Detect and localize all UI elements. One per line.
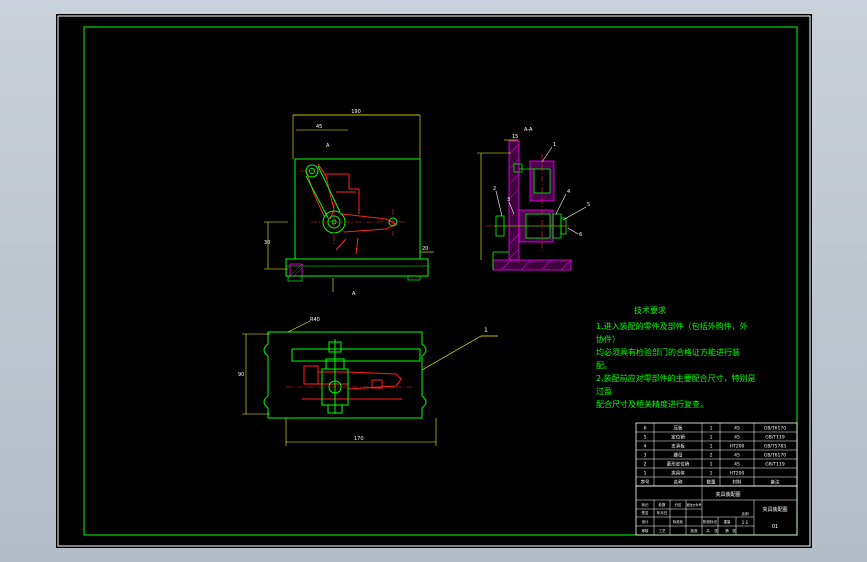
assembly-name: 夹具装配图: [715, 491, 740, 498]
parts-header-note: 备注: [771, 479, 780, 486]
parts-row-2-name: 定位销: [671, 434, 685, 441]
tb-label-design: 设计: [642, 519, 650, 524]
view-a-bottom-label: A: [352, 291, 356, 297]
dim-plan-bottom: 170: [354, 436, 364, 442]
dim-top-width: 190: [351, 109, 361, 115]
parts-row-1-no: 6: [644, 426, 647, 432]
parts-row-1-name: 压板: [674, 425, 683, 432]
parts-row-3-mat: HT200: [730, 444, 745, 450]
tb-label-scale: 比例: [742, 511, 750, 516]
parts-row-1-note: GB/T6170: [764, 426, 786, 432]
tb-label-no: 第: [725, 528, 729, 533]
leader-2: 2: [493, 186, 496, 192]
parts-row-4-qty: 2: [710, 453, 713, 459]
leader-1: 1: [553, 142, 556, 148]
parts-row-4-note: GB/T6170: [764, 453, 786, 459]
outer-border: [57, 15, 811, 547]
side-view: A-A 15 1 2 3 4 5 6: [477, 127, 590, 271]
leader-note: 1: [484, 327, 488, 334]
dim-front-left: 30: [264, 240, 270, 246]
parts-row-2-qty: 1: [710, 435, 713, 441]
notes-line-4: 配。: [596, 361, 612, 370]
technical-notes: 技术要求 1.进入装配的零件及部件（包括外购件，外 协件） 均必须具有检验部门的…: [596, 305, 756, 409]
parts-row-5-note: GB/T119: [765, 462, 785, 468]
drawing-viewport[interactable]: 190 45 A 30 20 A A-A 15 1 2 3 4 5 6 90 1…: [56, 14, 812, 548]
notes-line-5: 2.装配前应对零部件的主要配合尺寸，特别是: [596, 373, 756, 383]
parts-table: 6 压板 1 45 GB/T6170 5 定位销 1 45 GB/T119 4 …: [635, 422, 798, 487]
parts-header-name: 名称: [674, 479, 683, 486]
tb-label-zone: 分区: [675, 502, 683, 507]
notes-line-6: 过盈: [596, 386, 612, 396]
sheet-number: 01: [772, 524, 778, 530]
tb-label-date: 年月日: [657, 510, 668, 515]
tb-label-process: 工艺: [659, 528, 667, 533]
dim-plan-left: 90: [238, 372, 244, 378]
parts-row-2-mat: 45: [734, 435, 740, 441]
parts-row-2-note: GB/T119: [765, 435, 785, 441]
parts-row-6-name: 夹具体: [671, 470, 685, 477]
parts-row-5-name: 菱形定位销: [667, 461, 690, 468]
drawing-name: 夹具装配图: [762, 506, 787, 513]
tb-label-approve: 批准: [691, 528, 699, 533]
tb-label-count: 处数: [659, 502, 667, 507]
tb-label-sheets: 张: [714, 528, 718, 533]
notes-line-3: 均必须具有检验部门的合格证方能进行装: [596, 347, 740, 357]
parts-row-2-no: 5: [644, 435, 647, 441]
parts-row-1-qty: 1: [710, 426, 713, 432]
parts-row-3-no: 4: [644, 444, 647, 450]
dim-plan-corner: R40: [310, 317, 320, 323]
parts-row-5-no: 2: [644, 462, 647, 468]
parts-row-4-no: 3: [644, 453, 647, 459]
parts-row-6-qty: 1: [710, 471, 713, 477]
front-base: [285, 258, 429, 277]
leader-3: 3: [507, 197, 510, 203]
tb-label-stage: 阶段标记: [703, 519, 717, 524]
parts-row-5-mat: 45: [734, 462, 740, 468]
dim-side-top: 15: [512, 134, 518, 140]
section-label: A-A: [524, 127, 533, 133]
cad-drawing: 190 45 A 30 20 A A-A 15 1 2 3 4 5 6 90 1…: [57, 15, 811, 547]
plan-view: 90 170 R40 1: [238, 317, 498, 446]
parts-row-3-qty: 1: [710, 444, 713, 450]
parts-header-qty: 数量: [707, 479, 716, 486]
parts-row-6-mat: HT200: [730, 471, 745, 477]
parts-row-6-no: 1: [644, 471, 647, 477]
parts-row-3-name: 支承板: [671, 443, 685, 450]
parts-header-no: 序号: [641, 479, 650, 486]
parts-row-1-mat: 45: [734, 426, 740, 432]
notes-line-7: 配合尺寸及相关精度进行复查。: [596, 399, 708, 409]
leader-6: 6: [579, 232, 582, 238]
front-view: 190 45 A 30 20 A: [264, 109, 434, 297]
leader-4: 4: [567, 189, 570, 195]
tb-label-std: 标准化: [673, 519, 684, 524]
notes-line-2: 协件）: [596, 334, 620, 344]
notes-heading: 技术要求: [634, 305, 666, 315]
parts-header-mat: 材料: [733, 479, 742, 486]
dim-front-right: 20: [422, 246, 428, 252]
tb-label-sign: 签名: [642, 510, 649, 515]
leader-5: 5: [587, 202, 590, 208]
parts-row-4-mat: 45: [734, 453, 740, 459]
parts-row-5-qty: 1: [710, 462, 713, 468]
view-a-top-label: A: [326, 143, 330, 149]
title-block: 夹具装配图 夹具装配图 01 1:1 标记 处数 分区 更改文件号 签名 年月日…: [635, 485, 798, 536]
parts-row-3-note: GB/T5783: [764, 444, 786, 450]
parts-row-4-name: 螺母: [674, 452, 683, 459]
dim-top-inner: 45: [316, 124, 322, 130]
notes-line-1: 1.进入装配的零件及部件（包括外购件，外: [596, 321, 748, 331]
tb-label-review: 审核: [642, 528, 650, 533]
tb-label-mark: 标记: [642, 502, 650, 507]
scale-ratio: 1:1: [742, 520, 749, 525]
tb-label-change: 更改文件号: [686, 502, 701, 507]
tb-label-weight: 重量: [724, 519, 732, 524]
tb-label-sheet: 张: [732, 528, 736, 533]
tb-label-total: 共: [706, 528, 710, 533]
